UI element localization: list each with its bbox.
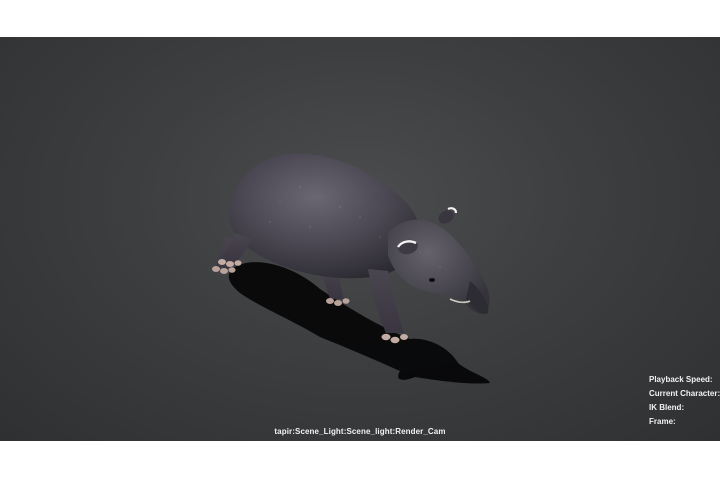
- hud-frame: Frame:: [649, 417, 676, 426]
- camera-label: tapir:Scene_Light:Scene_light:Render_Cam: [274, 427, 446, 436]
- tapir-model[interactable]: [0, 37, 720, 441]
- tapir-eye: [429, 278, 435, 282]
- tapir-ear-left: [438, 207, 458, 224]
- hud-current-character: Current Character:: [649, 389, 720, 398]
- hud-playback-speed: Playback Speed:: [649, 375, 713, 384]
- playback-hud: Playback Speed: Current Character: IK Bl…: [649, 373, 720, 429]
- hud-ik-blend: IK Blend:: [649, 403, 685, 412]
- 3d-viewport[interactable]: tapir:Scene_Light:Scene_light:Render_Cam…: [0, 37, 720, 441]
- app-frame: tapir:Scene_Light:Scene_light:Render_Cam…: [0, 0, 720, 480]
